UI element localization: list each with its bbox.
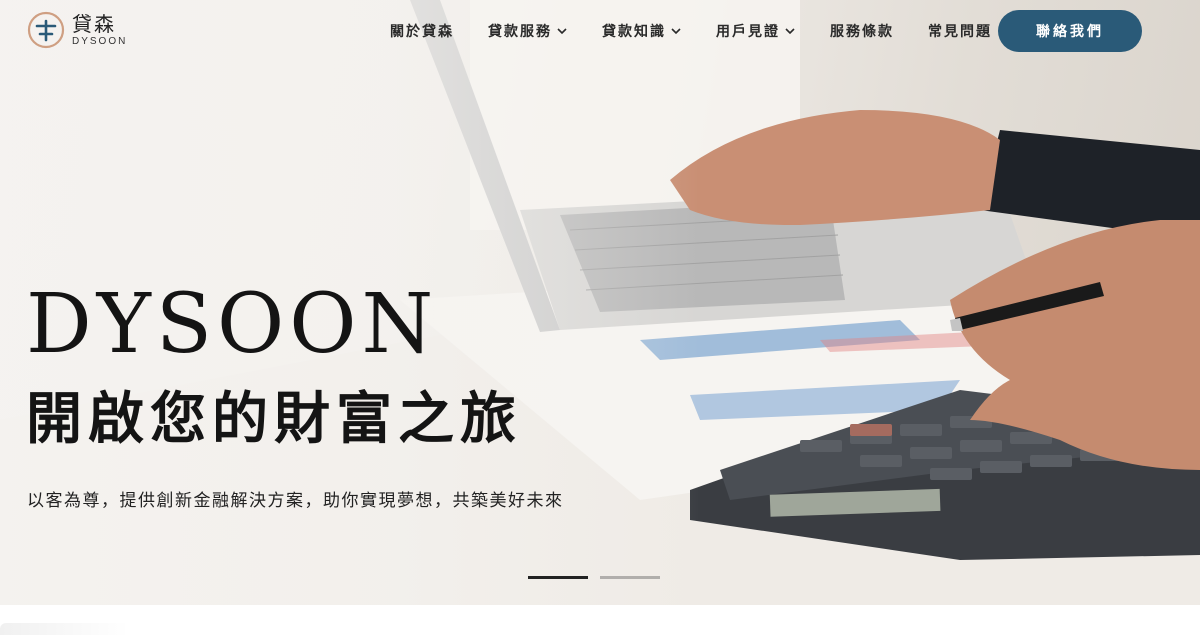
below-hero-section (0, 605, 1200, 635)
nav-loan-knowledge-label: 貸款知識 (602, 24, 666, 40)
nav-about-label: 關於貸森 (390, 24, 454, 40)
carousel-indicators (528, 576, 660, 579)
dysoon-logo-mark (27, 11, 65, 49)
nav-about[interactable]: 關於貸森 (390, 21, 454, 41)
logo-chinese-name: 貸森 (72, 11, 116, 36)
nav-faq[interactable]: 常見問題 (928, 21, 992, 41)
nav-terms-label: 服務條款 (830, 24, 894, 40)
nav-loan-services-label: 貸款服務 (488, 24, 552, 40)
hero-headline: 開啟您的財富之旅 (26, 386, 522, 452)
carousel-dot-2[interactable] (600, 576, 660, 579)
hero-subline: 以客為尊，提供創新金融解決方案，助你實現夢想，共築美好未來 (27, 491, 564, 511)
chevron-down-icon (671, 28, 681, 35)
site-header: 貸森 DYSOON 關於貸森 貸款服務 貸款知識 用戶見證 服務條款 常見問題 … (0, 0, 1200, 62)
main-nav: 關於貸森 貸款服務 貸款知識 用戶見證 服務條款 常見問題 (390, 0, 1026, 62)
nav-testimonials-label: 用戶見證 (716, 24, 780, 40)
nav-loan-services[interactable]: 貸款服務 (488, 21, 568, 41)
floating-widget-edge (0, 623, 130, 635)
contact-us-button[interactable]: 聯絡我們 (998, 10, 1142, 52)
site-logo[interactable]: 貸森 DYSOON (26, 10, 127, 50)
nav-faq-label: 常見問題 (928, 24, 992, 40)
hero-brand: DYSOON (26, 277, 439, 372)
hero-banner: 貸森 DYSOON 關於貸森 貸款服務 貸款知識 用戶見證 服務條款 常見問題 … (0, 0, 1200, 605)
carousel-dot-1[interactable] (528, 576, 588, 579)
nav-testimonials[interactable]: 用戶見證 (716, 21, 796, 41)
chevron-down-icon (557, 28, 567, 35)
nav-terms[interactable]: 服務條款 (830, 21, 894, 41)
nav-loan-knowledge[interactable]: 貸款知識 (602, 21, 682, 41)
logo-english-name: DYSOON (72, 35, 128, 47)
chevron-down-icon (785, 28, 795, 35)
